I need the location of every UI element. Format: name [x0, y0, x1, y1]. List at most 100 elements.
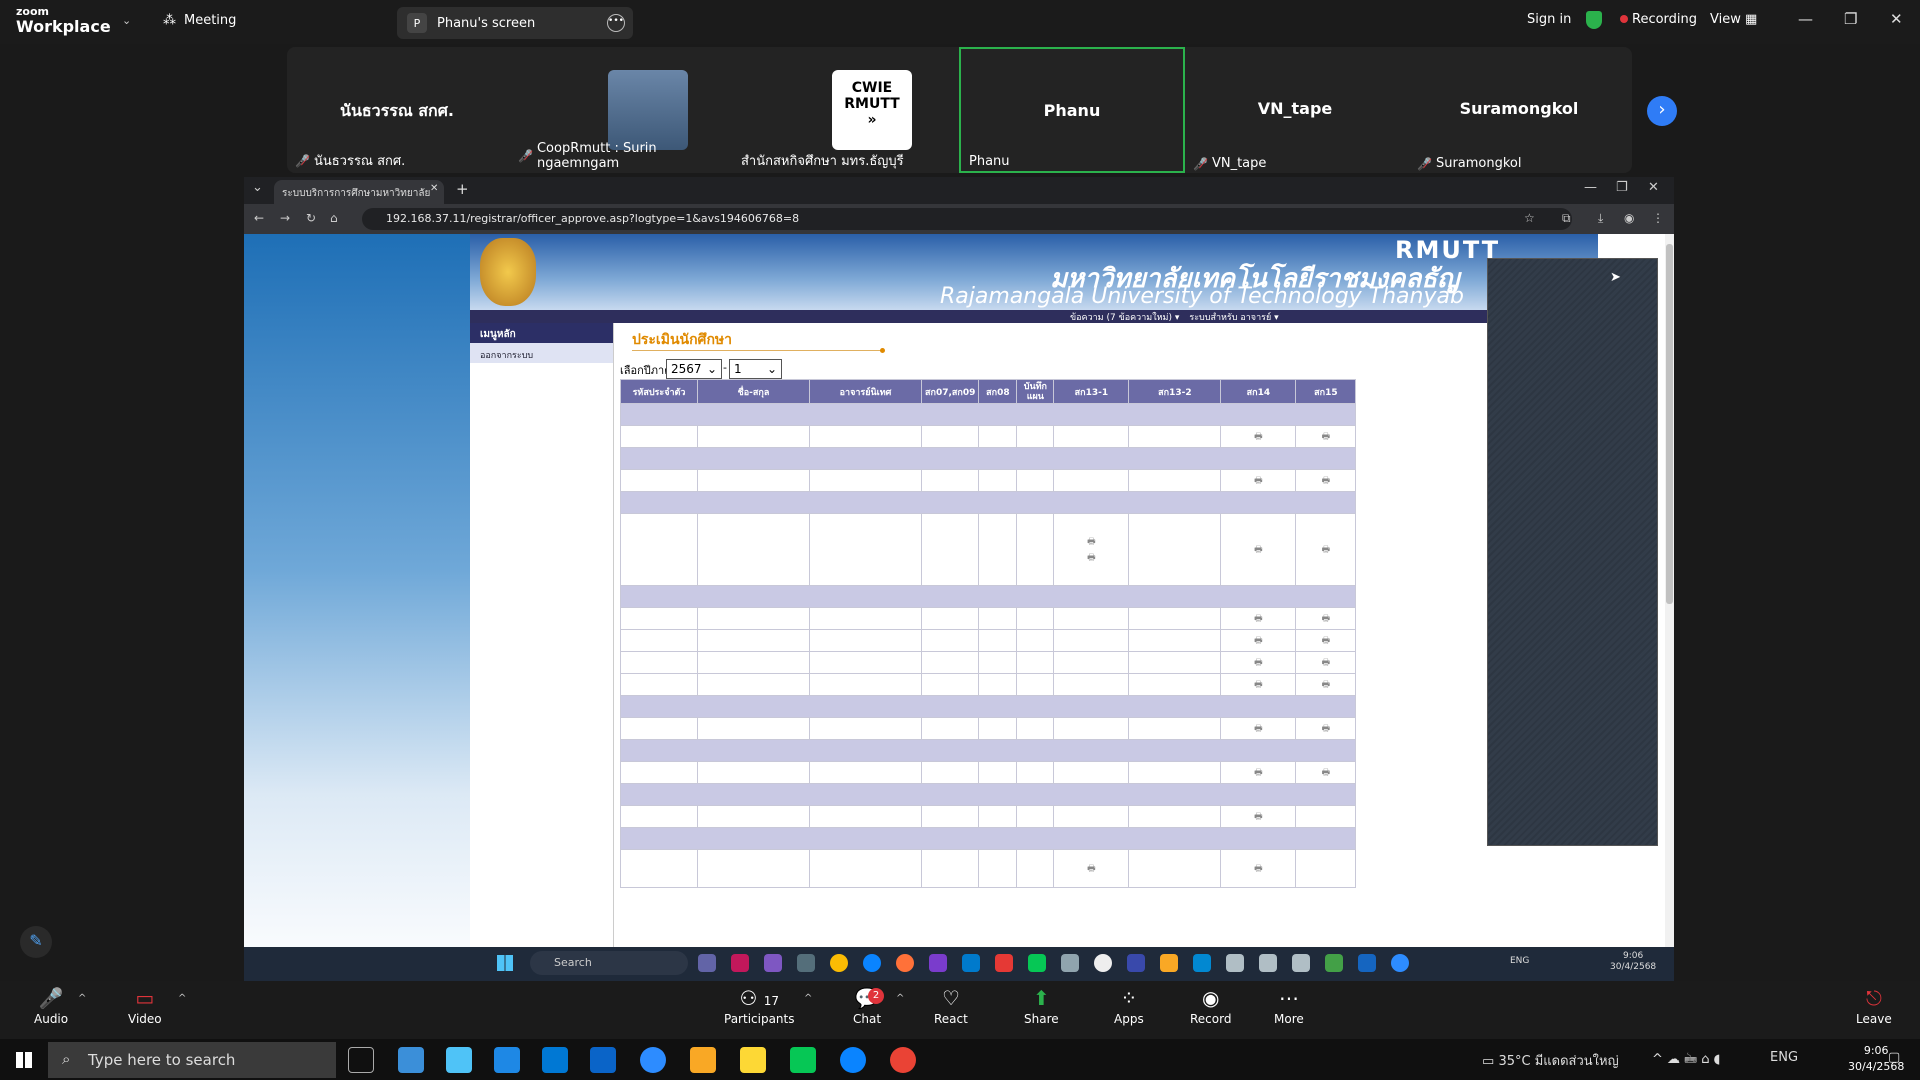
extensions-icon[interactable]: ⧉ — [1562, 211, 1571, 226]
edge-icon[interactable] — [863, 954, 881, 972]
menu-icon[interactable]: ⋮ — [1652, 211, 1664, 225]
mail-icon[interactable] — [590, 1047, 616, 1073]
new-tab-button[interactable]: + — [456, 180, 469, 198]
recording-indicator[interactable]: Recording — [1620, 12, 1697, 27]
app-icon[interactable] — [1292, 954, 1310, 972]
app-icon[interactable] — [764, 954, 782, 972]
participants-options-caret[interactable]: ^ — [804, 993, 812, 1004]
tray-icons[interactable]: ^ ☁ 🖮 ⌂ ◖ — [1652, 1050, 1721, 1072]
scrollbar-thumb[interactable] — [1666, 244, 1673, 604]
more-options-icon[interactable]: ••• — [607, 14, 625, 32]
weather-widget[interactable]: ▭ 35°C มีแดดส่วนใหญ่ — [1482, 1050, 1619, 1071]
printer-icon[interactable]: 🖶 — [1295, 607, 1357, 630]
app-icon[interactable] — [740, 1047, 766, 1073]
check-link[interactable] — [978, 607, 1018, 630]
check-link[interactable] — [978, 717, 1018, 740]
sidebar-main-menu[interactable]: เมนูหลัก — [470, 323, 613, 343]
next-page-arrow-icon[interactable]: › — [1647, 96, 1677, 126]
evaluate-link[interactable] — [1295, 849, 1357, 888]
line-icon[interactable] — [1028, 954, 1046, 972]
calculator-icon[interactable] — [494, 1047, 520, 1073]
home-icon[interactable]: ⌂ — [330, 211, 338, 225]
sidebar-logout[interactable]: ออกจากระบบ — [470, 343, 613, 363]
firefox-icon[interactable] — [896, 954, 914, 972]
browser-tab[interactable]: ระบบบริการการศึกษามหาวิทยาลัย — [274, 180, 444, 204]
printer-icon[interactable]: 🖶 — [1295, 717, 1357, 740]
shield-icon[interactable] — [1586, 11, 1602, 29]
participant-tile[interactable]: CWIE RMUTT» สำนักสหกิจศึกษา มทร.ธัญบุรี — [735, 47, 955, 173]
shield-icon[interactable] — [1127, 954, 1145, 972]
task-view-icon[interactable] — [348, 1047, 374, 1073]
forward-icon[interactable]: → — [280, 211, 290, 225]
line-icon[interactable] — [790, 1047, 816, 1073]
printer-icon[interactable]: 🖶 — [1295, 513, 1357, 586]
app-icon[interactable] — [1061, 954, 1079, 972]
messages-menu[interactable]: ข้อความ (7 ข้อความใหม่) ▾ — [1070, 313, 1179, 323]
back-icon[interactable]: ← — [254, 211, 264, 225]
folder-icon[interactable] — [1160, 954, 1178, 972]
app-icon[interactable] — [1259, 954, 1277, 972]
check-link[interactable] — [1016, 717, 1055, 740]
star-icon[interactable]: ☆ — [1524, 211, 1535, 225]
participant-tile[interactable]: Suramongkol 🎤̸ Suramongkol — [1409, 47, 1629, 173]
printer-icon[interactable]: 🖶 — [1220, 629, 1297, 652]
audio-button[interactable]: 🎤 Audio — [34, 985, 68, 1026]
printer-icon[interactable]: 🖶 — [1220, 761, 1297, 784]
printer-icon[interactable]: 🖶 — [1220, 849, 1297, 888]
chrome-icon[interactable] — [890, 1047, 916, 1073]
minimize-button[interactable]: — — [1798, 10, 1813, 28]
language-indicator[interactable]: ENG — [1770, 1050, 1798, 1065]
tab-search-icon[interactable]: ⌄ — [252, 180, 263, 195]
word-icon[interactable] — [1358, 954, 1376, 972]
windows-start-icon[interactable] — [497, 955, 513, 971]
minimize-button[interactable]: — — [1584, 180, 1597, 195]
participant-tile[interactable]: VN_tape 🎤̸ VN_tape — [1185, 47, 1405, 173]
close-button[interactable]: ✕ — [1648, 180, 1659, 195]
app-icon[interactable] — [398, 1047, 424, 1073]
taskbar-clock[interactable]: 9:06 30/4/2568 — [1610, 951, 1656, 973]
edge-icon[interactable] — [840, 1047, 866, 1073]
zoom-icon[interactable] — [640, 1047, 666, 1073]
check-link[interactable] — [978, 513, 1018, 586]
vscode-icon[interactable] — [962, 954, 980, 972]
profile-icon[interactable]: ◉ — [1624, 211, 1634, 225]
app-icon[interactable] — [995, 954, 1013, 972]
printer-icon[interactable]: 🖶 — [1295, 761, 1357, 784]
chat-options-caret[interactable]: ^ — [896, 993, 904, 1004]
visual-studio-icon[interactable] — [929, 954, 947, 972]
app-icon[interactable] — [1193, 954, 1211, 972]
evaluate-link[interactable] — [1295, 805, 1357, 828]
audio-options-caret[interactable]: ^ — [78, 993, 86, 1004]
annotate-pen-icon[interactable]: ✎ — [20, 926, 52, 958]
meeting-menu[interactable]: ⁂ Meeting — [163, 13, 236, 28]
printer-icon[interactable]: 🖶 — [1295, 673, 1357, 696]
windows-start-icon[interactable] — [16, 1052, 32, 1068]
page-scrollbar[interactable] — [1665, 234, 1674, 965]
teams-icon[interactable] — [698, 954, 716, 972]
url-input[interactable]: 192.168.37.11/registrar/officer_approve.… — [362, 208, 1572, 230]
year-select[interactable]: 2567 ⌄ — [666, 359, 722, 379]
printer-icon[interactable]: 🖶 — [1220, 805, 1297, 828]
printer-icon[interactable]: 🖶 — [1220, 651, 1297, 674]
term-select[interactable]: 1 ⌄ — [729, 359, 782, 379]
notification-icon[interactable]: ▢ — [1888, 1050, 1900, 1065]
app-icon[interactable] — [1325, 954, 1343, 972]
check-link[interactable] — [920, 513, 980, 586]
printer-icon[interactable]: 🖶 — [1220, 469, 1297, 492]
reload-icon[interactable]: ↻ — [306, 211, 316, 225]
check-link[interactable] — [920, 717, 980, 740]
printer-icon[interactable]: 🖶 — [1295, 469, 1357, 492]
check-link[interactable] — [920, 607, 980, 630]
video-options-caret[interactable]: ^ — [178, 993, 186, 1004]
view-button[interactable]: View ▦ — [1710, 12, 1757, 27]
check-link[interactable] — [1016, 607, 1055, 630]
printer-icon[interactable]: 🖶 — [1053, 849, 1130, 888]
language-indicator[interactable]: ENG — [1510, 956, 1529, 966]
app-icon[interactable] — [1226, 954, 1244, 972]
printer-icon[interactable]: 🖶 — [1220, 425, 1297, 448]
zoom-icon[interactable] — [1391, 954, 1409, 972]
printer-icon[interactable]: 🖶 — [1220, 513, 1297, 586]
more-button[interactable]: ⋯ More — [1274, 985, 1304, 1026]
printer-icon[interactable]: 🖶 🖶 — [1053, 513, 1130, 586]
app-icon[interactable] — [446, 1047, 472, 1073]
